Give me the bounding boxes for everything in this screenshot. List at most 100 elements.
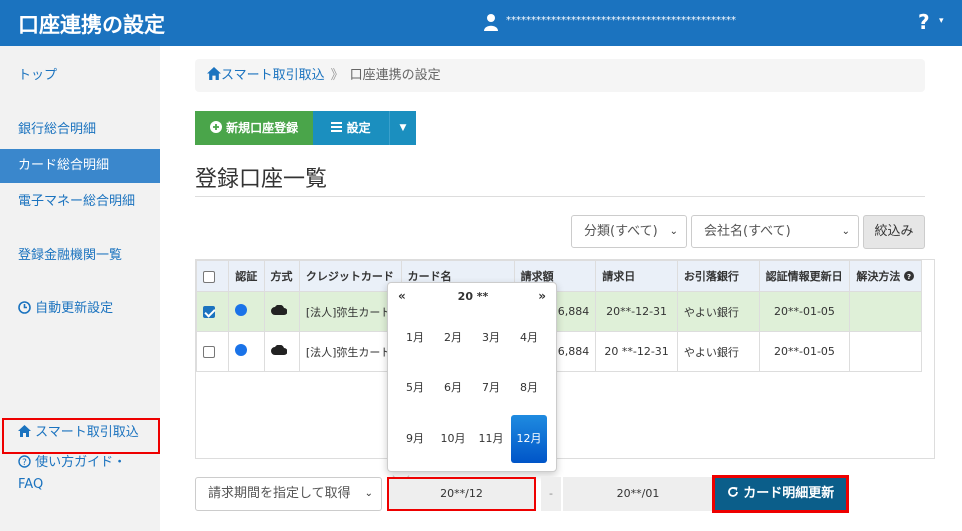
status-dot-icon [235, 344, 248, 356]
sidebar-item-card-detail[interactable]: カード総合明細 [0, 149, 160, 183]
row-checkbox[interactable] [203, 306, 215, 318]
column-header: お引落銀行 [676, 260, 760, 292]
month-picker: 20 ** « » 1月 2月 3月 4月 5月 6月 7月 8月 9月 10月 11月 12月 [387, 282, 557, 472]
month-option[interactable]: 11月 [473, 415, 509, 463]
picker-next-year-button[interactable]: » [538, 289, 546, 303]
status-dot-icon [235, 304, 248, 316]
updated-cell: 20**-01-05 [758, 291, 851, 332]
table-row[interactable]: [法人]弥生カード 6,884 20 **-12-31 やよい銀行 20**-0… [195, 331, 922, 372]
sidebar-item-emoney-detail[interactable]: 電子マネー総合明細 [0, 185, 160, 219]
select-all-checkbox[interactable] [203, 270, 215, 283]
sidebar-item-top[interactable]: トップ [0, 59, 160, 93]
picker-prev-year-button[interactable]: « [398, 289, 406, 303]
top-bar: 口座連携の設定 ********************************… [0, 0, 962, 46]
question-circle-icon[interactable]: ? [904, 271, 915, 281]
column-header: 認証 [228, 260, 265, 292]
chevron-down-icon: ⌄ [364, 488, 373, 499]
title-divider [195, 196, 925, 197]
period-select-value: 請求期間を指定して取得 [208, 486, 351, 501]
month-option[interactable]: 9月 [397, 415, 433, 463]
updated-cell: 20**-01-05 [758, 331, 851, 372]
chevron-down-icon: ⌄ [669, 226, 678, 237]
page-title: 登録口座一覧 [195, 167, 328, 192]
sidebar-item-faq[interactable]: FAQ [0, 474, 160, 496]
period-to-input[interactable]: 20**/01 [563, 477, 713, 511]
user-icon [484, 14, 498, 31]
cloud-icon [270, 305, 287, 315]
month-option[interactable]: 3月 [473, 314, 509, 362]
new-account-label: 新規口座登録 [226, 121, 299, 135]
breadcrumb-current: 口座連携の設定 [349, 68, 441, 83]
row-checkbox[interactable] [203, 346, 215, 358]
month-option[interactable]: 12月 [511, 415, 547, 463]
table-header-row: 認証 方式 クレジットカード カード名 請求額 請求日 お引落銀行 認証情報更新… [195, 260, 922, 292]
new-account-button[interactable]: 新規口座登録 [195, 111, 313, 145]
period-select[interactable]: 請求期間を指定して取得 ⌄ [195, 477, 382, 511]
user-name: ****************************************… [506, 15, 736, 26]
sidebar: トップ 銀行総合明細 カード総合明細 電子マネー総合明細 登録金融機関一覧 自動… [0, 46, 160, 531]
column-header: 認証情報更新日 [758, 260, 851, 292]
sidebar-item-label: カード総合明細 [18, 158, 110, 173]
sidebar-item-guide[interactable]: ? 使い方ガイド・ [0, 452, 160, 474]
method-cell [263, 331, 300, 372]
category-select-value: 分類(すべて) [584, 224, 658, 239]
table-row[interactable]: [法人]弥生カード 6,884 20**-12-31 やよい銀行 20**-01… [195, 291, 922, 332]
month-option[interactable]: 7月 [473, 364, 509, 412]
refresh-label: カード明細更新 [743, 486, 835, 501]
svg-text:?: ? [907, 273, 911, 281]
column-header: 解決方法 [856, 270, 901, 283]
sidebar-item-label: 登録金融機関一覧 [18, 248, 123, 263]
solution-cell [849, 331, 922, 372]
sidebar-item-auto-update[interactable]: 自動更新設定 [0, 292, 160, 326]
month-option[interactable]: 6月 [435, 364, 471, 412]
select-all-cell [195, 260, 230, 292]
app-title: 口座連携の設定 [18, 13, 165, 37]
month-option[interactable]: 5月 [397, 364, 433, 412]
bank-cell: やよい銀行 [676, 331, 760, 372]
accounts-table: 認証 方式 クレジットカード カード名 請求額 請求日 お引落銀行 認証情報更新… [195, 260, 922, 372]
sidebar-item-label: 銀行総合明細 [18, 122, 97, 137]
highlight-box-smart-import [2, 418, 160, 454]
category-select[interactable]: 分類(すべて) ⌄ [571, 215, 687, 248]
question-circle-icon: ? [18, 455, 31, 468]
accounts-table-container: 認証 方式 クレジットカード カード名 請求額 請求日 お引落銀行 認証情報更新… [195, 259, 935, 459]
help-caret-icon[interactable]: ▾ [939, 16, 944, 26]
settings-button[interactable]: 設定 [313, 111, 389, 145]
company-select-value: 会社名(すべて) [704, 224, 791, 239]
list-icon [331, 122, 343, 132]
breadcrumb-home-link[interactable]: スマート取引取込 [221, 68, 325, 83]
sidebar-item-label: 使い方ガイド・ [35, 455, 127, 470]
date-cell: 20 **-12-31 [595, 331, 678, 372]
auth-status-cell [228, 331, 265, 372]
bank-cell: やよい銀行 [676, 291, 760, 332]
month-option[interactable]: 2月 [435, 314, 471, 362]
sidebar-item-label: FAQ [18, 477, 44, 492]
svg-text:?: ? [22, 458, 27, 468]
date-cell: 20**-12-31 [595, 291, 678, 332]
sidebar-item-label: 自動更新設定 [35, 301, 114, 316]
settings-dropdown-toggle[interactable]: ▼ [389, 111, 416, 145]
period-dash: - [541, 477, 561, 511]
filter-button[interactable]: 絞込み [863, 215, 925, 249]
card-cell: [法人]弥生カード [298, 331, 402, 372]
breadcrumb: スマート取引取込》口座連携の設定 [195, 59, 925, 92]
sidebar-item-bank-detail[interactable]: 銀行総合明細 [0, 113, 160, 147]
sidebar-item-institutions[interactable]: 登録金融機関一覧 [0, 239, 160, 273]
home-icon [207, 67, 221, 80]
sidebar-item-label: トップ [18, 68, 58, 83]
picker-year[interactable]: 20 ** [388, 290, 558, 303]
month-option[interactable]: 4月 [511, 314, 547, 362]
month-option[interactable]: 1月 [397, 314, 433, 362]
column-header: 請求日 [595, 260, 678, 292]
caret-down-icon: ▼ [399, 123, 407, 133]
help-button[interactable]: ? [918, 10, 930, 34]
month-option[interactable]: 8月 [511, 364, 547, 412]
company-select[interactable]: 会社名(すべて) ⌄ [691, 215, 859, 248]
month-option[interactable]: 10月 [435, 415, 471, 463]
chevron-down-icon: ⌄ [841, 226, 850, 237]
column-header: クレジットカード [298, 260, 402, 292]
refresh-icon [727, 487, 738, 497]
refresh-card-button[interactable]: カード明細更新 [712, 475, 849, 513]
settings-label: 設定 [346, 121, 371, 135]
period-from-input[interactable]: 20**/12 [387, 477, 536, 511]
